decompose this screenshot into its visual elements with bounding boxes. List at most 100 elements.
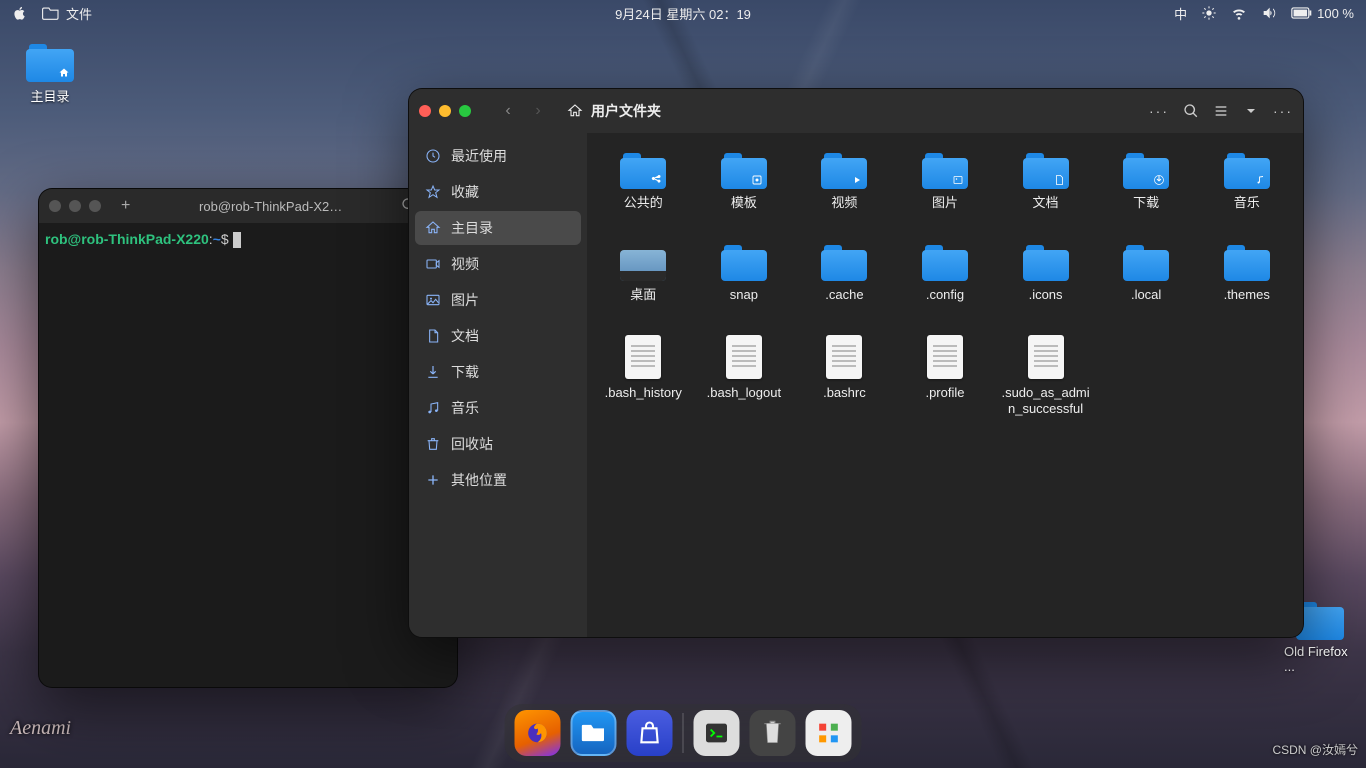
folder-icon	[922, 151, 968, 189]
battery-percent: 100 %	[1317, 6, 1354, 21]
wallpaper-signature: Aenami	[10, 717, 71, 740]
folder-item[interactable]: .config	[897, 239, 994, 319]
folder-item[interactable]: 图片	[897, 147, 994, 227]
dock-app-launcher[interactable]	[806, 710, 852, 756]
folder-item[interactable]: .icons	[997, 239, 1094, 319]
file-item[interactable]: .profile	[897, 331, 994, 422]
path-label: 用户文件夹	[591, 101, 661, 121]
folder-item[interactable]: .cache	[796, 239, 893, 319]
sidebar-item-label: 下载	[451, 362, 479, 382]
app-menu-label: 文件	[66, 4, 92, 23]
terminal-content[interactable]: rob@rob-ThinkPad-X220:~$	[39, 223, 457, 256]
view-options-dropdown-icon[interactable]	[1243, 103, 1259, 119]
files-window-controls[interactable]	[419, 105, 471, 117]
desktop-icon-home[interactable]: 主目录	[14, 42, 86, 105]
sidebar-item-label: 视频	[451, 254, 479, 274]
sidebar-item-label: 回收站	[451, 434, 493, 454]
dock-app-firefox[interactable]	[515, 710, 561, 756]
nav-back-button[interactable]: ‹	[495, 98, 521, 124]
dock-app-trash[interactable]	[750, 710, 796, 756]
folder-icon	[821, 243, 867, 281]
sidebar-item-videos[interactable]: 视频	[415, 247, 581, 281]
app-menu-files[interactable]: 文件	[42, 4, 92, 23]
terminal-window-controls[interactable]	[49, 200, 101, 212]
files-content-area[interactable]: 公共的 模板 视频 图片 文档下载 音乐桌面 snap .cache .config .icons…	[587, 133, 1303, 637]
battery-indicator[interactable]: 100 %	[1291, 6, 1354, 21]
folder-icon	[922, 243, 968, 281]
dock-separator	[683, 713, 684, 753]
item-label: 视频	[831, 195, 857, 211]
item-label: .themes	[1224, 287, 1270, 303]
file-item[interactable]: .bashrc	[796, 331, 893, 422]
item-label: .icons	[1029, 287, 1063, 303]
home-icon	[567, 103, 583, 119]
sidebar-item-documents[interactable]: 文档	[415, 319, 581, 353]
file-item[interactable]: .bash_logout	[696, 331, 793, 422]
item-label: .bashrc	[823, 385, 866, 401]
item-label: snap	[730, 287, 758, 303]
dock-app-terminal[interactable]	[694, 710, 740, 756]
folder-item[interactable]: 文档	[997, 147, 1094, 227]
sidebar-item-label: 音乐	[451, 398, 479, 418]
top-menubar: 文件 9月24日 星期六 02：19 中 100 %	[0, 0, 1366, 26]
wifi-icon[interactable]	[1231, 5, 1247, 21]
input-method-indicator[interactable]: 中	[1174, 4, 1187, 23]
item-label: 图片	[932, 195, 958, 211]
folder-icon	[1224, 243, 1270, 281]
dock-app-files[interactable]	[571, 710, 617, 756]
dock-app-software[interactable]	[627, 710, 673, 756]
folder-item[interactable]: .local	[1098, 239, 1195, 319]
sidebar-item-starred[interactable]: 收藏	[415, 175, 581, 209]
files-titlebar[interactable]: ‹ › 用户文件夹 ··· ···	[409, 89, 1303, 133]
folder-icon	[620, 151, 666, 189]
item-label: .bash_history	[605, 385, 682, 401]
text-file-icon	[826, 335, 862, 379]
sidebar-item-music[interactable]: 音乐	[415, 391, 581, 425]
item-label: 音乐	[1234, 195, 1260, 211]
nav-forward-button[interactable]: ›	[525, 98, 551, 124]
desktop-folder-icon	[620, 243, 666, 281]
sidebar-item-home[interactable]: 主目录	[415, 211, 581, 245]
path-bar[interactable]: 用户文件夹	[567, 101, 1141, 121]
folder-item[interactable]: 公共的	[595, 147, 692, 227]
text-file-icon	[726, 335, 762, 379]
item-label: .cache	[825, 287, 863, 303]
text-file-icon	[625, 335, 661, 379]
search-icon[interactable]	[1183, 103, 1199, 119]
file-item[interactable]: .sudo_as_admin_successful	[997, 331, 1094, 422]
folder-item[interactable]: 音乐	[1198, 147, 1295, 227]
sidebar-item-trash[interactable]: 回收站	[415, 427, 581, 461]
folder-item[interactable]: .themes	[1198, 239, 1295, 319]
files-sidebar: 最近使用收藏主目录视频图片文档下载音乐回收站其他位置	[409, 133, 587, 637]
text-file-icon	[927, 335, 963, 379]
hamburger-menu-icon[interactable]: ···	[1273, 103, 1293, 119]
brightness-icon[interactable]	[1201, 5, 1217, 21]
desktop-item[interactable]: 桌面	[595, 239, 692, 319]
path-more-icon[interactable]: ···	[1149, 103, 1169, 119]
folder-icon	[1224, 151, 1270, 189]
volume-icon[interactable]	[1261, 5, 1277, 21]
terminal-new-tab-button[interactable]: +	[121, 197, 130, 215]
folder-item[interactable]: snap	[696, 239, 793, 319]
terminal-tab-title[interactable]: rob@rob-ThinkPad-X2…	[140, 199, 401, 214]
sidebar-item-pictures[interactable]: 图片	[415, 283, 581, 317]
folder-item[interactable]: 下载	[1098, 147, 1195, 227]
sidebar-item-downloads[interactable]: 下载	[415, 355, 581, 389]
sidebar-item-recent[interactable]: 最近使用	[415, 139, 581, 173]
watermark: CSDN @汝嫣兮	[1272, 741, 1358, 758]
item-label: 模板	[731, 195, 757, 211]
folder-item[interactable]: 模板	[696, 147, 793, 227]
clock[interactable]: 9月24日 星期六 02：19	[615, 4, 751, 23]
apple-menu-icon[interactable]	[12, 5, 28, 21]
folder-item[interactable]: 视频	[796, 147, 893, 227]
terminal-titlebar[interactable]: + rob@rob-ThinkPad-X2…	[39, 189, 457, 223]
file-item[interactable]: .bash_history	[595, 331, 692, 422]
dock	[505, 704, 862, 762]
sidebar-item-label: 最近使用	[451, 146, 507, 166]
item-label: 下载	[1133, 195, 1159, 211]
item-label: 公共的	[624, 195, 663, 211]
item-label: .local	[1131, 287, 1161, 303]
list-view-icon[interactable]	[1213, 103, 1229, 119]
sidebar-item-other[interactable]: 其他位置	[415, 463, 581, 497]
folder-icon	[721, 151, 767, 189]
